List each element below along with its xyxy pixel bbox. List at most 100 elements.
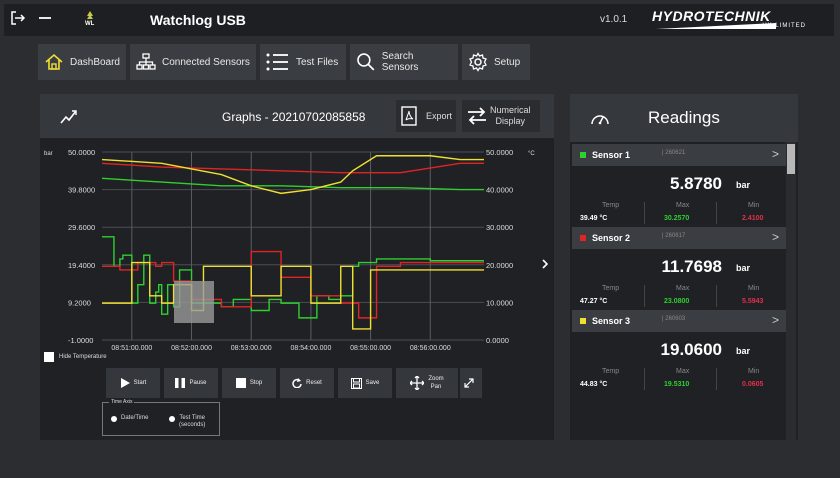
sensor-card[interactable]: Sensor 1 | 260621 > 5.8780 bar Temp Max … (572, 144, 786, 226)
numerical-display-button[interactable]: Numerical Display (462, 100, 540, 132)
time-axis-group: Time Axis Date/Time Test Time (seconds) (102, 399, 220, 436)
test-time-unit-label: (seconds) (179, 422, 206, 428)
gear-icon (469, 52, 487, 72)
y2-tick-label: 40.0000 (486, 186, 513, 195)
temp-label: Temp (602, 285, 620, 292)
trend-icon (60, 107, 78, 130)
checkbox-box[interactable] (44, 352, 54, 362)
start-button[interactable]: Start (106, 368, 160, 398)
min-value: 2.4100 (742, 215, 764, 222)
title-bar: WL Watchlog USB v1.0.1 HYDROTECHNIK UK L… (4, 4, 834, 36)
max-value: 23.0800 (664, 298, 690, 305)
hide-temperature-checkbox[interactable]: Hide Temperature (44, 352, 107, 362)
min-value: 5.5943 (742, 298, 764, 305)
y2-tick-label: 0.0000 (486, 336, 509, 345)
move-icon (410, 376, 425, 390)
test-time-label: Test Time (179, 415, 206, 421)
y-tick-label: 50.0000 (68, 148, 95, 157)
start-label: Start (133, 380, 147, 386)
export-button[interactable]: Export (396, 100, 456, 132)
nav-test-files-button[interactable]: Test Files (260, 44, 346, 80)
divider (716, 368, 717, 390)
search-icon (357, 53, 375, 71)
sensor-id: | 260621 (662, 150, 686, 156)
sensor-unit: bar (736, 180, 751, 190)
nav-search-sensors-button[interactable]: Search Sensors (350, 44, 458, 80)
reset-button[interactable]: Reset (280, 368, 334, 398)
expand-button[interactable] (460, 368, 482, 398)
zoom-pan-button[interactable]: Zoom Pan (396, 368, 458, 398)
swap-arrows-icon (468, 107, 486, 125)
brand-subtitle: UK LIMITED (762, 23, 806, 29)
save-icon (350, 377, 362, 389)
readings-scrollbar[interactable] (786, 142, 796, 440)
collapse-chevron-icon[interactable] (542, 259, 549, 272)
nav-label: DashBoard (69, 56, 120, 68)
sensor-name: Sensor 1 (592, 150, 631, 160)
sensor-card-header[interactable]: Sensor 1 | 260621 > (572, 144, 786, 166)
sensor-card[interactable]: Sensor 2 | 260617 > 11.7698 bar Temp Max… (572, 227, 786, 309)
min-value: 0.0605 (742, 381, 764, 388)
readings-panel: Readings Sensor 1 | 260621 > 5.8780 bar … (570, 94, 798, 440)
date-time-radio[interactable]: Date/Time (111, 415, 148, 422)
series-line (102, 261, 484, 330)
nav-label: Connected Sensors (162, 56, 250, 68)
max-label: Max (676, 368, 690, 375)
date-time-label: Date/Time (121, 415, 149, 421)
minimize-icon[interactable] (38, 6, 52, 30)
gauge-icon (590, 110, 610, 131)
nav-connected-sensors-button[interactable]: Connected Sensors (130, 44, 256, 80)
stop-button[interactable]: Stop (222, 368, 276, 398)
sensor-id: | 260603 (662, 316, 686, 322)
radio-dot[interactable] (169, 416, 175, 422)
svg-text:WL: WL (85, 21, 95, 26)
sensor-card[interactable]: Sensor 3 | 260603 > 19.0600 bar Temp Max… (572, 310, 786, 392)
stop-icon (235, 378, 246, 388)
scrollbar-thumb[interactable] (787, 144, 795, 174)
brand-name: HYDROTECHNIK (652, 8, 771, 24)
max-value: 30.2570 (664, 215, 690, 222)
graph-header: Graphs - 20210702085858 Export Numerical… (40, 94, 554, 138)
numerical-label-line1: Numerical (490, 105, 531, 115)
y2-tick-label: 10.0000 (486, 298, 513, 307)
x-tick-label: 08:56:00.000 (410, 345, 451, 350)
pan-label: Pan (430, 384, 442, 390)
y2-tick-label: 50.0000 (486, 148, 513, 157)
readings-header: Readings (570, 94, 798, 142)
nav-setup-button[interactable]: Setup (462, 44, 530, 80)
divider (644, 202, 645, 224)
temp-label: Temp (602, 368, 620, 375)
temp-value: 47.27 °C (580, 298, 608, 305)
graph-chart[interactable]: 50.0000 50.0000 39.8000 40.0000 29.6000 30.00… (40, 138, 554, 350)
pdf-icon (401, 106, 417, 126)
play-icon (120, 378, 130, 388)
y-tick-label: 29.6000 (68, 223, 95, 232)
expand-icon (464, 378, 474, 388)
y2-tick-label: 30.0000 (486, 223, 513, 232)
save-button[interactable]: Save (338, 368, 392, 398)
sensor-unit: bar (736, 346, 751, 356)
x-tick-label: 08:53:00.000 (231, 345, 272, 350)
sensor-card-header[interactable]: Sensor 2 | 260617 > (572, 227, 786, 249)
home-icon (45, 53, 63, 70)
test-time-radio[interactable]: Test Time (seconds) (169, 415, 205, 429)
chevron-right-icon[interactable]: > (772, 147, 779, 161)
y-tick-label: -1.0000 (68, 336, 93, 345)
divider (716, 202, 717, 224)
chevron-right-icon[interactable]: > (772, 313, 779, 327)
series-line (101, 162, 484, 174)
logout-icon[interactable] (10, 10, 26, 30)
divider (716, 285, 717, 307)
y-tick-label: 9.2000 (68, 298, 91, 307)
max-value: 19.5310 (664, 381, 690, 388)
chevron-right-icon[interactable]: > (772, 230, 779, 244)
sensor-card-header[interactable]: Sensor 3 | 260603 > (572, 310, 786, 332)
version-label: v1.0.1 (600, 14, 628, 25)
x-tick-label: 08:52:00.000 (171, 345, 212, 350)
sensor-value: 5.8780 (670, 174, 722, 193)
zoom-selection-box[interactable] (174, 281, 214, 323)
zoom-label: Zoom (428, 376, 444, 382)
nav-dashboard-button[interactable]: DashBoard (38, 44, 126, 80)
pause-button[interactable]: Pause (164, 368, 218, 398)
radio-dot[interactable] (111, 416, 117, 422)
